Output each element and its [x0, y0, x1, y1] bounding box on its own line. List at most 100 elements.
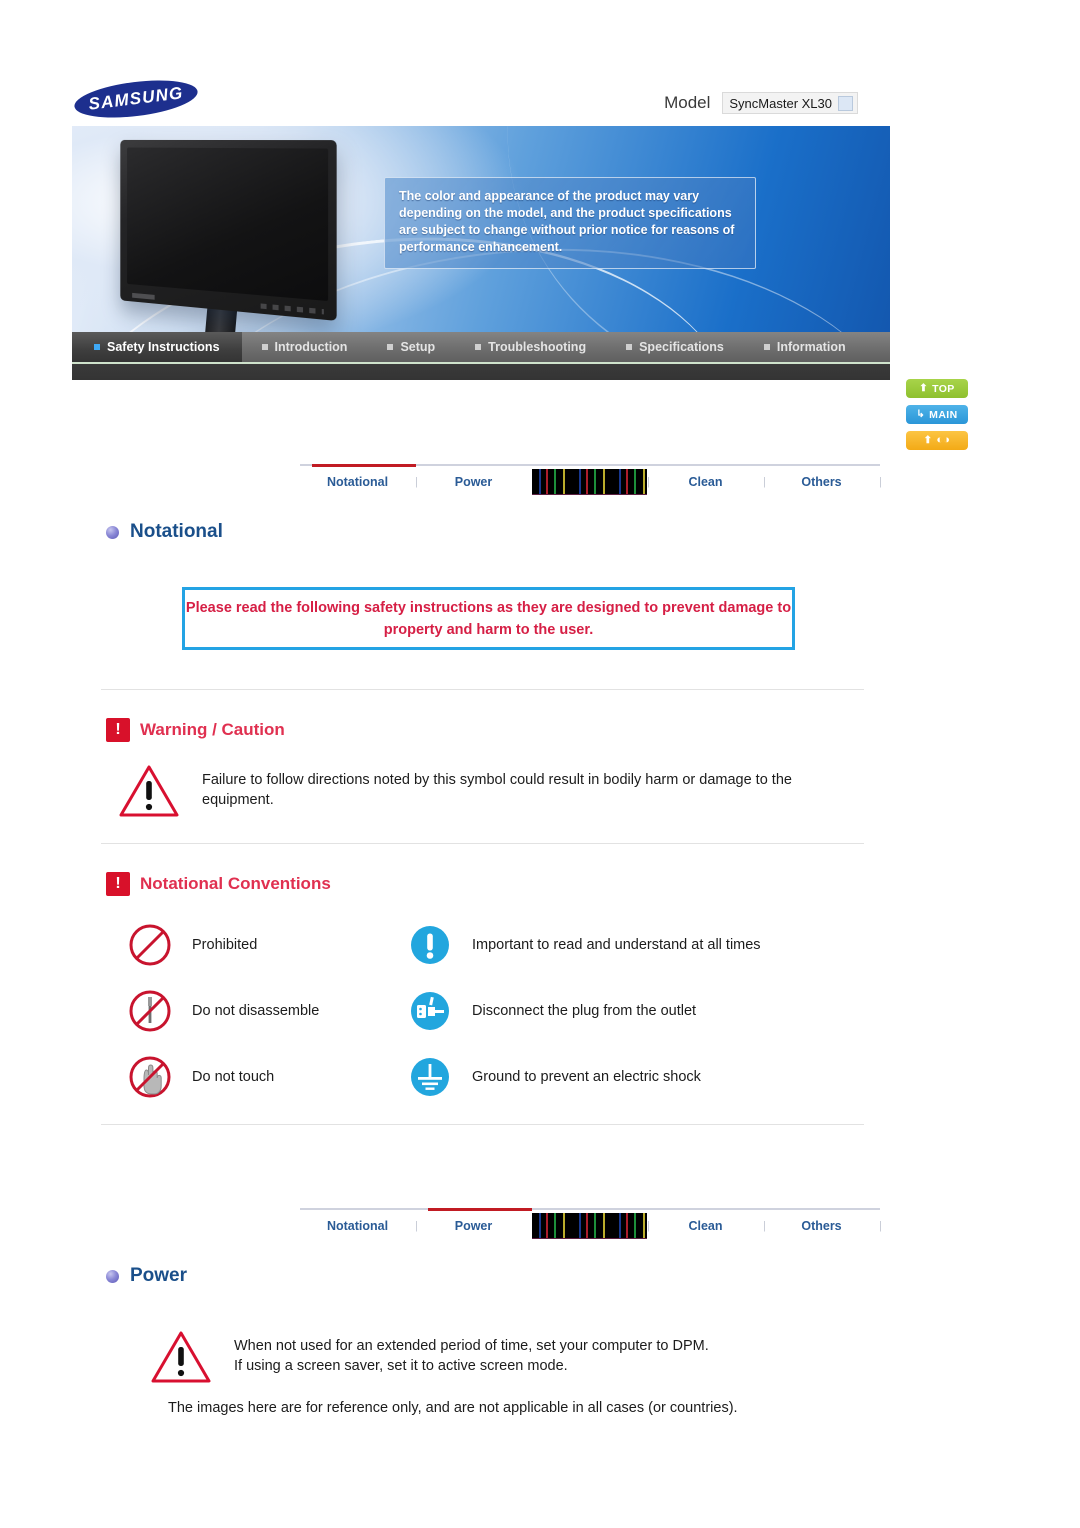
do-not-touch-icon — [126, 1053, 174, 1101]
convention-label: Important to read and understand at all … — [472, 937, 761, 953]
hero-banner: The color and appearance of the product … — [72, 126, 890, 380]
page-title: Notational — [130, 521, 223, 542]
up-arrow-book-icon: ◐◑ — [936, 434, 951, 446]
convention-label: Do not disassemble — [192, 1003, 320, 1019]
bullet-square-icon — [261, 344, 268, 350]
subnav-others[interactable]: Others — [764, 1219, 879, 1233]
hero-note-text: The color and appearance of the product … — [399, 189, 735, 254]
main-arrow-icon: ↳ — [916, 408, 926, 420]
monitor-buttons — [260, 303, 324, 315]
power-warning-text: When not used for an extended period of … — [234, 1338, 709, 1374]
prev-button[interactable]: ⬆ ◐◑ — [906, 431, 968, 450]
divider — [101, 843, 864, 844]
nav-safety-instructions[interactable]: Safety Instructions — [72, 332, 242, 362]
main-navigation: Safety Instructions Introduction Setup T… — [72, 332, 890, 380]
nav-setup[interactable]: Setup — [367, 332, 455, 362]
important-exclamation-icon — [406, 921, 454, 969]
main-nav-strip: Safety Instructions Introduction Setup T… — [72, 332, 890, 362]
logo-wordmark: SAMSUNG — [87, 83, 185, 114]
main-nav-underline — [72, 362, 890, 364]
model-value: SyncMaster XL30 — [729, 95, 832, 111]
power-title: Power — [130, 1265, 188, 1286]
exclamation-mark-icon: ! — [106, 718, 130, 742]
notational-conventions-heading: ! Notational Conventions — [106, 872, 331, 896]
manual-page: SAMSUNG Model SyncMaster XL30 The color — [0, 0, 1080, 1528]
bullet-square-icon — [475, 344, 482, 350]
subnav-items: Notational | Power | | Clean | Others | — [300, 1210, 882, 1242]
reference-footnote: The images here are for reference only, … — [168, 1400, 738, 1416]
convention-label: Disconnect the plug from the outlet — [472, 1003, 697, 1019]
section-title-notational: Notational — [106, 521, 223, 543]
safety-callout-box: Please read the following safety instruc… — [182, 587, 795, 650]
safety-callout-text: Please read the following safety instruc… — [185, 599, 792, 638]
chevron-down-icon[interactable] — [838, 95, 853, 111]
monitor-brand-mark — [132, 292, 155, 300]
divider — [101, 689, 864, 690]
divider — [101, 1124, 864, 1125]
subnav-others[interactable]: Others — [764, 475, 879, 489]
convention-ground: Ground to prevent an electric shock — [406, 1053, 866, 1101]
power-warning-block: When not used for an extended period of … — [150, 1330, 890, 1384]
subnav-notational[interactable]: Notational — [300, 1219, 415, 1233]
nav-introduction[interactable]: Introduction — [242, 332, 368, 362]
monitor-bezel — [120, 139, 337, 321]
nav-label: Information — [776, 340, 846, 354]
do-not-disassemble-icon — [126, 987, 174, 1035]
section-title-power: Power — [106, 1265, 187, 1287]
nav-information[interactable]: Information — [744, 332, 866, 362]
bullet-square-icon — [94, 344, 100, 350]
notational-conventions-label: Notational Conventions — [140, 874, 331, 893]
warning-triangle-icon — [150, 1330, 212, 1384]
up-arrow-icon: ⬆ — [919, 382, 929, 394]
disconnect-plug-icon — [406, 987, 454, 1035]
convention-do-not-disassemble: Do not disassemble — [126, 987, 406, 1035]
subnav-items: Notational | Power | | Clean | Others | — [300, 466, 882, 498]
convention-label: Ground to prevent an electric shock — [472, 1069, 701, 1085]
model-field[interactable]: SyncMaster XL30 — [722, 92, 858, 114]
subnav-obscured-item[interactable] — [532, 1213, 647, 1239]
nav-troubleshooting[interactable]: Troubleshooting — [455, 332, 606, 362]
top-button[interactable]: ⬆ TOP — [906, 379, 968, 398]
top-button-label: TOP — [932, 382, 955, 395]
subnav-top: Notational | Power | | Clean | Others | — [300, 464, 882, 498]
conventions-grid: Prohibited Important to read and underst… — [126, 912, 866, 1110]
nav-label: Introduction — [274, 340, 348, 354]
nav-label: Safety Instructions — [107, 340, 220, 354]
prohibited-icon — [126, 921, 174, 969]
subnav-obscured-item[interactable] — [532, 469, 647, 495]
model-label: Model — [664, 93, 711, 112]
subnav-separator: | — [879, 476, 882, 488]
obscured-glyphs — [532, 1213, 647, 1238]
convention-do-not-touch: Do not touch — [126, 1053, 406, 1101]
subnav-separator: | — [879, 1220, 882, 1232]
convention-label: Prohibited — [192, 937, 258, 953]
bullet-square-icon — [626, 344, 633, 350]
bullet-square-icon — [763, 344, 770, 350]
subnav-notational[interactable]: Notational — [300, 475, 415, 489]
main-button[interactable]: ↳ MAIN — [906, 405, 968, 424]
section-bullet-icon — [106, 1269, 119, 1283]
model-selector[interactable]: Model SyncMaster XL30 — [664, 92, 858, 114]
monitor-screen — [127, 147, 329, 302]
convention-important: Important to read and understand at all … — [406, 921, 866, 969]
up-arrow-icon: ⬆ — [923, 434, 933, 446]
nav-specifications[interactable]: Specifications — [606, 332, 744, 362]
convention-prohibited: Prohibited — [126, 921, 406, 969]
convention-label: Do not touch — [192, 1069, 275, 1085]
warning-block: Failure to follow directions noted by th… — [118, 764, 858, 818]
warning-caution-label: Warning / Caution — [140, 720, 285, 739]
obscured-glyphs — [532, 469, 647, 494]
ground-icon — [406, 1053, 454, 1101]
page-header: SAMSUNG Model SyncMaster XL30 — [72, 70, 890, 125]
section-bullet-icon — [106, 525, 119, 539]
subnav-clean[interactable]: Clean — [648, 475, 763, 489]
subnav-power[interactable]: Power — [416, 1219, 531, 1233]
warning-text: Failure to follow directions noted by th… — [202, 772, 792, 808]
samsung-logo: SAMSUNG — [72, 74, 200, 124]
warning-triangle-icon — [118, 764, 180, 818]
hero-note-box: The color and appearance of the product … — [384, 177, 756, 269]
main-button-label: MAIN — [929, 408, 958, 421]
subnav-clean[interactable]: Clean — [648, 1219, 763, 1233]
subnav-power[interactable]: Power — [416, 475, 531, 489]
convention-disconnect-plug: Disconnect the plug from the outlet — [406, 987, 866, 1035]
